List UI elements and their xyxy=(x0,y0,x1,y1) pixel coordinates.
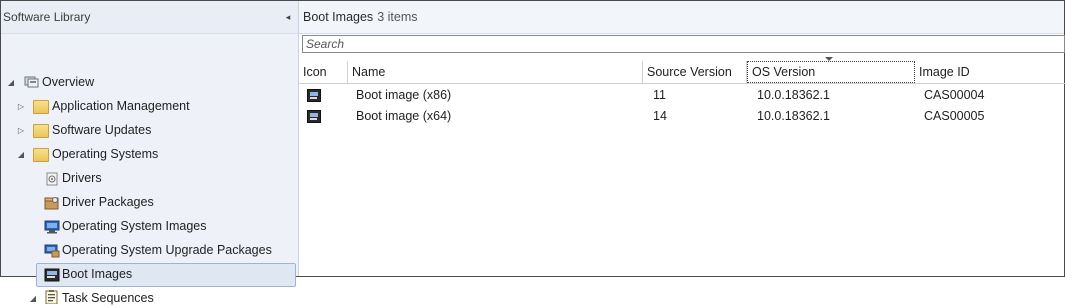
search-box[interactable] xyxy=(302,35,1065,53)
collapse-arrow-icon[interactable]: ◢ xyxy=(6,77,16,87)
boot-image-icon xyxy=(307,105,321,127)
cell-name: Boot image (x86) xyxy=(356,88,452,102)
driver-packages-icon xyxy=(44,196,60,210)
content-pane: Boot Images 3 items Icon Name Source Ver… xyxy=(299,1,1065,276)
console-window: Software Library ◂ ◢ Overview ▷ Applicat… xyxy=(0,0,1065,305)
collapse-arrow-icon[interactable]: ◢ xyxy=(28,293,38,303)
cell-source-version: 11 xyxy=(653,88,666,102)
column-header-os-version[interactable]: OS Version xyxy=(747,57,915,83)
item-count: 3 items xyxy=(377,10,418,24)
folder-icon xyxy=(33,100,49,114)
content-header: Boot Images 3 items xyxy=(299,1,1064,34)
os-upgrade-packages-icon xyxy=(44,244,60,258)
navigation-pane: Software Library ◂ ◢ Overview ▷ Applicat… xyxy=(1,1,299,305)
column-header-source-version[interactable]: Source Version xyxy=(643,61,747,83)
nav-title: Software Library xyxy=(3,10,91,24)
column-header-os-version-label: OS Version xyxy=(752,65,816,79)
search-input[interactable] xyxy=(303,36,1064,52)
tree-item-drivers[interactable]: Drivers xyxy=(62,171,102,185)
cell-os-version: 10.0.18362.1 xyxy=(757,109,830,123)
tree-item-driver-packages[interactable]: Driver Packages xyxy=(62,195,154,209)
column-header-icon[interactable]: Icon xyxy=(299,61,348,83)
tree-item-operating-system-images[interactable]: Operating System Images xyxy=(62,219,207,233)
tree-item-application-management[interactable]: Application Management xyxy=(52,99,190,113)
collapse-pane-icon[interactable]: ◂ xyxy=(282,10,294,24)
column-header-image-id[interactable]: Image ID xyxy=(915,61,1065,83)
content-title: Boot Images xyxy=(303,10,374,24)
cell-image-id: CAS00004 xyxy=(924,88,985,102)
cell-name: Boot image (x64) xyxy=(356,109,452,123)
expand-arrow-icon[interactable]: ▷ xyxy=(16,101,26,111)
table-row[interactable]: Boot image (x86) 11 10.0.18362.1 CAS0000… xyxy=(299,84,1065,106)
task-sequences-icon xyxy=(44,290,60,305)
tree-item-overview[interactable]: Overview xyxy=(42,75,94,89)
cell-os-version: 10.0.18362.1 xyxy=(757,88,830,102)
folder-icon xyxy=(33,124,49,138)
cell-image-id: CAS00005 xyxy=(924,109,985,123)
os-images-icon xyxy=(44,220,60,234)
tree-item-software-updates[interactable]: Software Updates xyxy=(52,123,151,137)
boot-images-icon xyxy=(44,268,60,282)
sort-indicator-icon xyxy=(825,57,833,61)
tree-item-operating-systems[interactable]: Operating Systems xyxy=(52,147,158,161)
tree-item-boot-images[interactable]: Boot Images xyxy=(62,267,132,281)
expand-arrow-icon[interactable]: ▷ xyxy=(16,125,26,135)
drivers-icon xyxy=(44,172,60,186)
overview-icon xyxy=(24,75,40,89)
cell-source-version: 14 xyxy=(653,109,667,123)
tree-item-task-sequences[interactable]: Task Sequences xyxy=(62,291,154,305)
boot-image-icon xyxy=(307,84,321,106)
nav-header: Software Library ◂ xyxy=(1,1,298,34)
column-header-name[interactable]: Name xyxy=(348,61,643,83)
collapse-arrow-icon[interactable]: ◢ xyxy=(16,149,26,159)
column-headers: Icon Name Source Version OS Version Imag… xyxy=(299,57,1065,84)
table-row[interactable]: Boot image (x64) 14 10.0.18362.1 CAS0000… xyxy=(299,105,1065,127)
tree-item-os-upgrade-packages[interactable]: Operating System Upgrade Packages xyxy=(62,243,272,257)
folder-icon xyxy=(33,148,49,162)
